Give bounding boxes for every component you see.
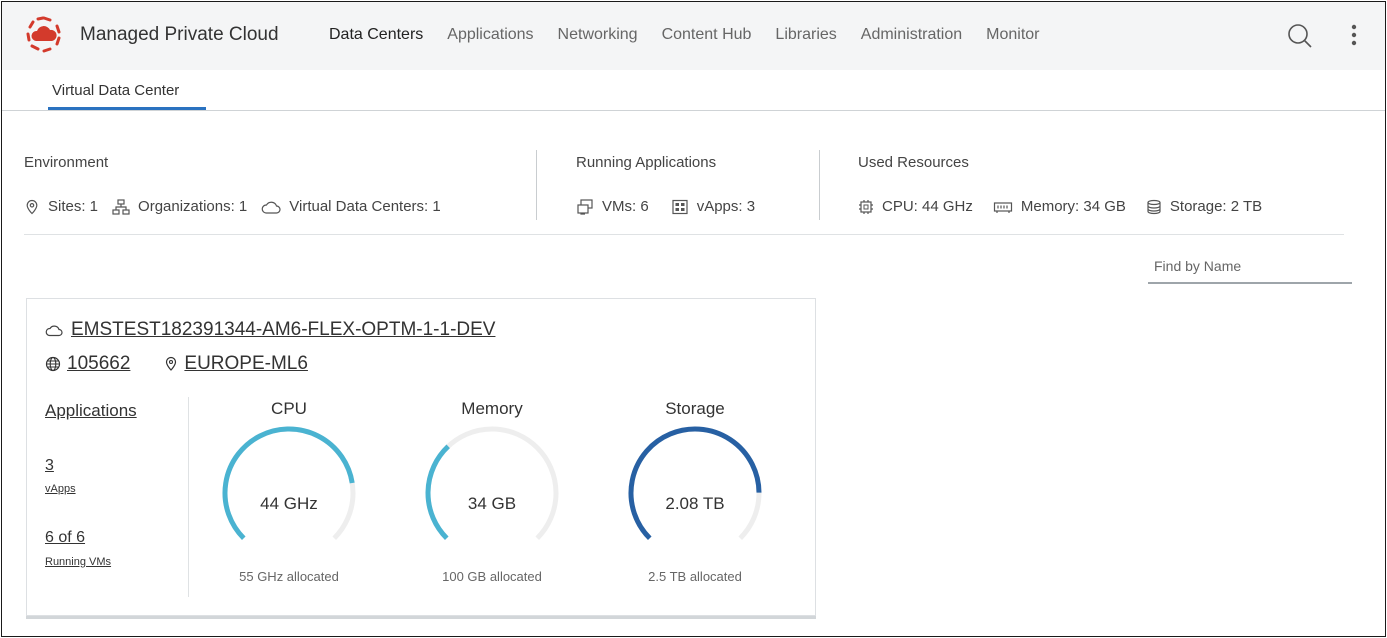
app-title: Managed Private Cloud xyxy=(80,24,279,45)
location-pin-icon xyxy=(26,199,38,214)
sub-nav: Virtual Data Center xyxy=(2,70,1385,111)
cpu-stat: CPU: 44 GHz xyxy=(858,198,973,215)
vapps-stat: vApps: 3 xyxy=(671,198,755,215)
cloud-icon xyxy=(45,325,63,337)
running-vms-sub-label[interactable]: Running VMs xyxy=(45,556,111,568)
cpu-gauge-arc xyxy=(222,426,356,541)
find-by-name-input[interactable] xyxy=(1148,254,1352,284)
more-options-icon[interactable] xyxy=(1344,22,1364,50)
running-apps-title: Running Applications xyxy=(576,154,717,171)
site-meta: EUROPE-ML6 xyxy=(164,353,308,375)
gauge-label: Memory xyxy=(461,399,523,418)
gauge-value: 34 GB xyxy=(467,494,517,513)
storage-gauge: Storage 2.08 TB 2.5 TB allocated xyxy=(615,399,775,584)
applications-panel: Applications 3 vApps 6 of 6 Running VMs xyxy=(45,401,185,568)
gauge-label: CPU xyxy=(271,399,307,418)
applications-link[interactable]: Applications xyxy=(45,401,185,421)
used-resources-title: Used Resources xyxy=(858,154,969,171)
vdc-name-link[interactable]: EMSTEST182391344-AM6-FLEX-OPTM-1-1-DEV xyxy=(71,319,495,341)
nav-applications[interactable]: Applications xyxy=(447,26,533,44)
gauge-allocated: 100 GB allocated xyxy=(442,569,542,584)
vapps-count[interactable]: 3 xyxy=(45,457,54,475)
vdc-label: Virtual Data Centers: 1 xyxy=(289,198,441,215)
vm-icon xyxy=(577,198,593,215)
nav-content-hub[interactable]: Content Hub xyxy=(662,26,752,44)
storage-stat: Storage: 2 TB xyxy=(1146,198,1262,215)
used-resources-stats: CPU: 44 GHz Memory: 34 GB Storage: 2 TB xyxy=(858,198,1276,215)
gauge-fill xyxy=(222,426,355,541)
vapps-sub-label[interactable]: vApps xyxy=(45,483,76,495)
search-icon[interactable] xyxy=(1286,22,1314,50)
vapps-label: vApps: 3 xyxy=(696,198,756,215)
organizations-label: Organizations: 1 xyxy=(138,198,248,215)
running-vms-count[interactable]: 6 of 6 xyxy=(45,529,85,547)
gauge-label: Storage xyxy=(665,399,725,418)
site-link[interactable]: EUROPE-ML6 xyxy=(184,353,308,375)
gauge-allocated: 2.5 TB allocated xyxy=(648,569,742,584)
vdc-title: EMSTEST182391344-AM6-FLEX-OPTM-1-1-DEV xyxy=(45,319,495,341)
environment-stats: Sites: 1 Organizations: 1 Virtual Data C… xyxy=(24,198,455,215)
memory-gauge-arc xyxy=(425,426,559,541)
running-apps-stats: VMs: 6 vApps: 3 xyxy=(576,198,769,215)
gauge-allocated: 55 GHz allocated xyxy=(239,569,339,584)
location-pin-icon xyxy=(166,356,177,371)
globe-icon xyxy=(45,356,61,372)
environment-summary: Environment Sites: 1 Organizations: 1 Vi… xyxy=(24,154,441,215)
used-resources-summary: Used Resources CPU: 44 GHz Memory: 34 GB… xyxy=(858,154,1262,215)
vms-stat: VMs: 6 xyxy=(576,198,649,215)
vapp-icon xyxy=(672,199,688,214)
nav-monitor[interactable]: Monitor xyxy=(986,26,1039,44)
organizations-stat: Organizations: 1 xyxy=(112,198,247,215)
vdc-meta: 105662 EUROPE-ML6 xyxy=(45,353,342,375)
nav-libraries[interactable]: Libraries xyxy=(775,26,836,44)
cloud-logo-icon xyxy=(26,16,61,53)
cloud-icon xyxy=(261,201,281,214)
app-window: Managed Private Cloud Data Centers Appli… xyxy=(1,1,1386,637)
cpu-label: CPU: 44 GHz xyxy=(882,198,973,215)
top-header: Managed Private Cloud Data Centers Appli… xyxy=(2,2,1385,70)
sites-stat: Sites: 1 xyxy=(24,198,98,215)
sites-label: Sites: 1 xyxy=(48,198,99,215)
vdc-card: EMSTEST182391344-AM6-FLEX-OPTM-1-1-DEV 1… xyxy=(26,298,816,616)
active-tab-indicator xyxy=(48,107,206,110)
nav-networking[interactable]: Networking xyxy=(558,26,638,44)
card-divider xyxy=(188,397,189,597)
nav-administration[interactable]: Administration xyxy=(861,26,962,44)
gauge-fill xyxy=(628,426,762,541)
tab-virtual-data-center[interactable]: Virtual Data Center xyxy=(52,82,179,99)
storage-gauge-arc xyxy=(628,426,762,541)
storage-label: Storage: 2 TB xyxy=(1169,198,1263,215)
memory-gauge: Memory 34 GB 100 GB allocated xyxy=(412,399,572,584)
main-nav: Data Centers Applications Networking Con… xyxy=(329,26,1064,44)
running-apps-summary: Running Applications VMs: 6 vApps: 3 xyxy=(576,154,755,215)
summary-divider xyxy=(536,150,537,220)
environment-title: Environment xyxy=(24,154,109,171)
storage-icon xyxy=(1147,199,1161,214)
summary-divider xyxy=(819,150,820,220)
memory-stat: Memory: 34 GB xyxy=(993,198,1126,215)
cpu-icon xyxy=(859,199,873,214)
memory-icon xyxy=(993,201,1012,213)
gauge-value: 2.08 TB xyxy=(665,494,725,513)
memory-label: Memory: 34 GB xyxy=(1020,198,1126,215)
vdc-stat: Virtual Data Centers: 1 xyxy=(261,198,441,215)
org-id-link[interactable]: 105662 xyxy=(67,353,130,375)
gauge-fill xyxy=(425,444,450,541)
nav-data-centers[interactable]: Data Centers xyxy=(329,26,423,44)
cpu-gauge: CPU 44 GHz 55 GHz allocated xyxy=(209,399,369,584)
org-id-meta: 105662 xyxy=(45,353,130,375)
summary-bottom-divider xyxy=(24,234,1344,235)
organization-icon xyxy=(112,198,130,215)
vms-label: VMs: 6 xyxy=(602,198,649,215)
gauge-value: 44 GHz xyxy=(260,494,318,513)
